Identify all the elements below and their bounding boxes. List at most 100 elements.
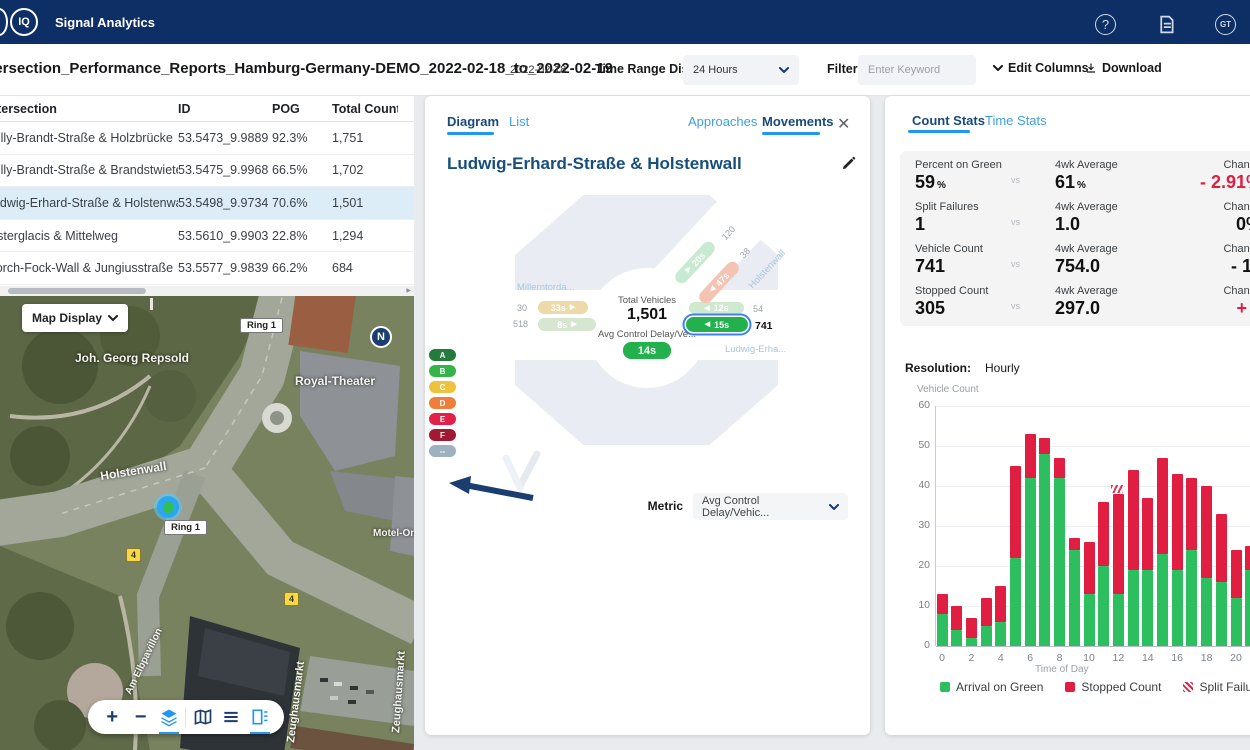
stat-value: + 8 xyxy=(1167,297,1250,319)
bar-stopped-count xyxy=(1128,470,1139,570)
stat-value: 1.0 xyxy=(1055,213,1167,235)
tab-movements[interactable]: Movements xyxy=(762,114,834,129)
cell-total-count: 1,501 xyxy=(332,196,398,210)
close-icon[interactable]: ✕ xyxy=(837,114,850,134)
zoom-in-button[interactable]: + xyxy=(100,705,124,729)
approach-count: 30 xyxy=(517,303,527,313)
filter-input[interactable] xyxy=(858,55,976,85)
resolution-value[interactable]: Hourly xyxy=(985,361,1020,375)
bar-stopped-count xyxy=(1231,550,1242,598)
map-display-button[interactable]: Map Display xyxy=(22,304,128,332)
edit-columns-label: Edit Columns xyxy=(1008,61,1089,75)
layers-button[interactable] xyxy=(157,705,181,729)
tab-underline xyxy=(447,132,494,135)
north-compass[interactable]: N xyxy=(370,326,392,348)
map-legend-button[interactable] xyxy=(248,705,272,729)
help-icon[interactable]: ? xyxy=(1095,14,1116,35)
col-id[interactable]: ID xyxy=(178,102,272,116)
resolution-label: Resolution: xyxy=(905,361,971,375)
list-button[interactable] xyxy=(219,705,243,729)
bar-stopped-count xyxy=(1113,494,1124,594)
app-logo-icon[interactable]: IQ xyxy=(10,8,38,36)
cell-intersection: Ludwig-Erhard-Straße & Holstenwall xyxy=(0,196,178,210)
zoom-out-button[interactable]: − xyxy=(129,705,153,729)
bar-stopped-count xyxy=(1025,434,1036,478)
tab-approaches[interactable]: Approaches xyxy=(688,114,757,129)
vs-label: vs xyxy=(1011,159,1055,185)
x-tick-label: 20 xyxy=(1226,652,1246,664)
legend-swatch-hatch xyxy=(1183,682,1193,692)
table-row[interactable]: Willy-Brandt-Straße & Brandstwiete53.547… xyxy=(0,155,414,188)
stat-label: Stopped Count xyxy=(915,285,1011,297)
direction-arrow xyxy=(445,446,555,511)
approach-count: 518 xyxy=(513,319,528,329)
bar-stopped-count xyxy=(1157,458,1168,554)
tab-time-stats[interactable]: Time Stats xyxy=(985,113,1047,128)
stat-value: - 13 xyxy=(1167,255,1250,277)
x-tick-label: 14 xyxy=(1138,652,1158,664)
cell-pog: 66.5% xyxy=(272,163,332,177)
edit-icon[interactable] xyxy=(841,156,857,172)
bar-arrival-on-green xyxy=(1142,570,1153,646)
table-horizontal-scrollbar[interactable]: ▶ xyxy=(0,286,414,296)
reports-icon[interactable] xyxy=(1156,14,1177,35)
legend-swatch-green xyxy=(940,682,950,692)
metric-select[interactable]: Avg Control Delay/Vehic... xyxy=(693,493,848,520)
chart-y-axis-title: Vehicle Count xyxy=(917,384,979,395)
time-range-select[interactable]: 24 Hours xyxy=(683,55,799,85)
bar-stopped-count xyxy=(1186,478,1197,550)
intersection-marker[interactable] xyxy=(157,496,179,518)
scroll-right-arrow[interactable]: ▶ xyxy=(406,287,411,294)
chart-plot: 010203040506002468101214161820 xyxy=(935,406,1250,646)
table-row[interactable]: Gorch-Fock-Wall & Jungiusstraße53.5577_9… xyxy=(0,252,414,285)
vs-label: vs xyxy=(1011,285,1055,311)
arrow-icon: ▶ xyxy=(684,265,693,274)
col-intersection[interactable]: Intersection xyxy=(0,102,178,116)
total-vehicles-label: Total Vehicles xyxy=(567,295,727,306)
download-icon xyxy=(1085,62,1097,74)
map-display-label: Map Display xyxy=(32,311,102,325)
table-row[interactable]: Alsterglacis & Mittelweg53.5610_9.990322… xyxy=(0,220,414,253)
bar-arrival-on-green xyxy=(1069,550,1080,646)
tab-list[interactable]: List xyxy=(509,114,529,129)
y-tick-label: 50 xyxy=(908,439,930,451)
legend-item: Stopped Count xyxy=(1065,680,1161,694)
stat-label: Change xyxy=(1167,201,1250,213)
y-tick-label: 20 xyxy=(908,559,930,571)
map-view[interactable]: Map Display Ring 1 N Joh. Georg Repsold … xyxy=(0,296,414,750)
scroll-thumb[interactable] xyxy=(8,288,146,294)
bar-stopped-count xyxy=(1216,514,1227,582)
download-button[interactable]: Download xyxy=(1085,61,1162,75)
tab-underline xyxy=(908,130,970,133)
stat-row: Vehicle Count741vs4wk Average754.0Change… xyxy=(915,243,1250,285)
cell-intersection: Willy-Brandt-Straße & Brandstwiete xyxy=(0,163,178,177)
logo-partial xyxy=(0,8,8,36)
los-grade-pill: E xyxy=(429,413,456,425)
avg-delay-label: Avg Control Delay/Ve... xyxy=(567,329,727,340)
cell-total-count: 1,702 xyxy=(332,163,398,177)
col-total-count[interactable]: Total Count▲▼ xyxy=(332,102,398,116)
bar-stopped-count xyxy=(966,618,977,638)
col-pog[interactable]: POG xyxy=(272,102,332,116)
stat-label: Change xyxy=(1167,159,1250,171)
cell-pog: 70.6% xyxy=(272,196,332,210)
cell-id: 53.5577_9.9839 xyxy=(178,261,272,275)
tab-count-stats[interactable]: Count Stats xyxy=(912,113,985,128)
edit-columns-button[interactable]: Edit Columns xyxy=(993,61,1089,75)
gridline xyxy=(936,446,1250,447)
basemap-button[interactable] xyxy=(191,705,215,729)
bar-stopped-count xyxy=(951,606,962,630)
user-avatar[interactable]: GT xyxy=(1215,14,1236,35)
x-tick-label: 10 xyxy=(1079,652,1099,664)
table-row[interactable]: Ludwig-Erhard-Straße & Holstenwall53.549… xyxy=(0,187,414,220)
report-date: 2022-02-18 xyxy=(510,64,566,76)
hotel-label: Motel-One xyxy=(373,528,414,539)
chart-legend: Arrival on GreenStopped CountSplit Failu… xyxy=(940,680,1250,694)
cell-id: 53.5475_9.9968 xyxy=(178,163,272,177)
bar-arrival-on-green xyxy=(1098,566,1109,646)
route-shield: 4 xyxy=(284,592,299,606)
tab-diagram[interactable]: Diagram xyxy=(447,114,499,129)
table-row[interactable]: Willy-Brandt-Straße & Holzbrücke53.5473_… xyxy=(0,122,414,155)
cell-intersection: Alsterglacis & Mittelweg xyxy=(0,229,178,243)
arrow-icon: ◀ xyxy=(708,285,717,294)
